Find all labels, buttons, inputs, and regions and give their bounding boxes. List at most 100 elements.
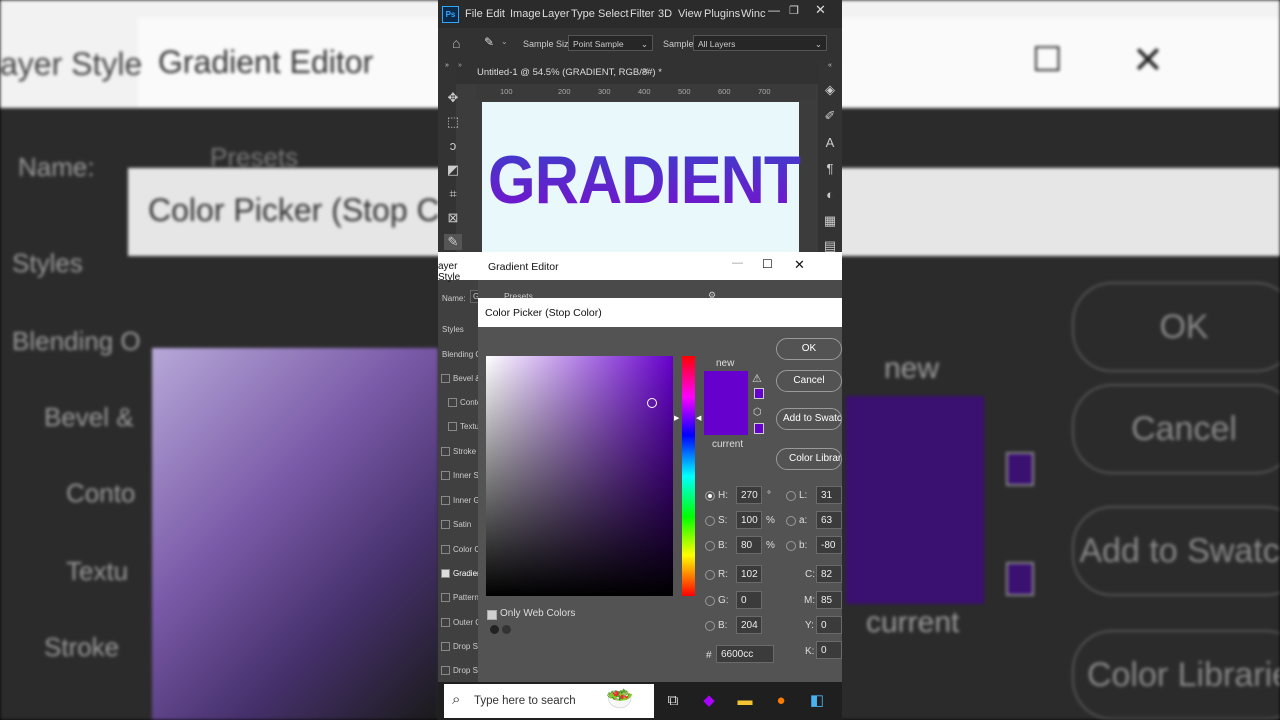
minimize-icon[interactable]: — xyxy=(732,257,743,269)
hue-slider-right-arrow[interactable]: ◀ xyxy=(696,414,701,422)
expand-icon[interactable]: » xyxy=(438,62,456,69)
k-input[interactable]: 0 xyxy=(816,641,842,659)
m-input[interactable]: 85 xyxy=(816,591,842,609)
sample-select[interactable]: All Layers ⌄ xyxy=(693,35,827,51)
style-item-outer-glow[interactable]: Outer G xyxy=(441,618,481,628)
cancel-button[interactable]: Cancel xyxy=(776,370,842,392)
style-item-blending[interactable]: Blending O xyxy=(442,350,482,359)
checkbox-checked[interactable] xyxy=(441,569,450,579)
style-item-drop-shadow[interactable]: Drop Sh xyxy=(441,642,482,652)
close-icon[interactable]: ✕ xyxy=(794,257,805,273)
chevron-down-icon[interactable]: ⌄ xyxy=(501,37,508,46)
file-explorer-icon[interactable]: ▬ xyxy=(734,690,756,712)
style-item-satin[interactable]: Satin xyxy=(441,520,471,530)
app-icon[interactable]: ◧ xyxy=(806,690,828,712)
a-radio[interactable] xyxy=(786,516,796,526)
r-radio[interactable] xyxy=(705,570,715,580)
close-icon[interactable]: ✕ xyxy=(815,2,826,18)
checkbox[interactable] xyxy=(441,496,450,506)
hue-slider-left-arrow[interactable]: ▶ xyxy=(674,414,679,422)
checkbox[interactable] xyxy=(448,398,457,408)
menu-plugins[interactable]: Plugins xyxy=(704,8,740,20)
checkbox[interactable] xyxy=(441,520,450,530)
lab-b-input[interactable]: -80 xyxy=(816,536,842,554)
menu-select[interactable]: Select xyxy=(598,8,629,20)
paragraph-icon[interactable]: ¶ xyxy=(821,161,839,176)
b-radio[interactable] xyxy=(705,541,715,551)
s-radio[interactable] xyxy=(705,516,715,526)
color-cursor[interactable] xyxy=(647,398,657,408)
sample-size-select[interactable]: Point Sample ⌄ xyxy=(568,35,653,51)
blue-input[interactable]: 204 xyxy=(736,616,762,634)
maximize-icon[interactable]: ☐ xyxy=(762,257,773,271)
checkbox[interactable] xyxy=(441,374,450,384)
g-radio[interactable] xyxy=(705,596,715,606)
menu-layer[interactable]: Layer xyxy=(542,8,570,20)
style-item-stroke[interactable]: Stroke xyxy=(441,447,476,457)
c-input[interactable]: 82 xyxy=(816,565,842,583)
style-item-inner-shadow[interactable]: Inner Sh xyxy=(441,471,483,481)
h-radio[interactable] xyxy=(705,491,715,501)
checkbox[interactable] xyxy=(441,447,450,457)
only-web-colors-checkbox[interactable] xyxy=(487,610,497,620)
blue-radio[interactable] xyxy=(705,621,715,631)
a-input[interactable]: 63 xyxy=(816,511,842,529)
menu-filter[interactable]: Filter xyxy=(630,8,654,20)
firefox-icon[interactable]: ● xyxy=(770,690,792,712)
restore-icon[interactable]: ❐ xyxy=(789,4,799,17)
minimize-icon[interactable]: — xyxy=(768,3,780,17)
l-radio[interactable] xyxy=(786,491,796,501)
layers-icon[interactable]: ◈ xyxy=(821,82,839,98)
close-tab-icon[interactable]: ✕ xyxy=(642,66,650,77)
document-tab[interactable]: Untitled-1 @ 54.5% (GRADIENT, RGB/8#) * xyxy=(477,67,662,78)
checkbox[interactable] xyxy=(441,545,450,555)
checkbox[interactable] xyxy=(448,422,457,432)
hex-input[interactable]: 6600cc xyxy=(716,645,774,663)
task-view-icon[interactable]: ⧉ xyxy=(662,690,684,712)
color-field[interactable] xyxy=(486,356,673,596)
eyedropper-tool-icon[interactable]: ✎ xyxy=(444,234,462,250)
menu-type[interactable]: Type xyxy=(571,8,595,20)
y-input[interactable]: 0 xyxy=(816,616,842,634)
web-cube-icon[interactable]: ⬡ xyxy=(753,407,762,418)
object-select-tool-icon[interactable]: ◩ xyxy=(444,162,462,178)
checkbox[interactable] xyxy=(441,642,450,652)
marquee-tool-icon[interactable]: ⬚ xyxy=(444,114,462,130)
gamut-warning-icon[interactable]: ⚠ xyxy=(752,372,762,385)
style-item-styles[interactable]: Styles xyxy=(442,325,464,334)
menu-image[interactable]: Image xyxy=(510,8,541,20)
style-item-pattern-overlay[interactable]: Pattern xyxy=(441,593,479,603)
ok-button[interactable]: OK xyxy=(776,338,842,360)
menu-edit[interactable]: Edit xyxy=(486,8,505,20)
style-item-texture[interactable]: Textu xyxy=(448,422,479,432)
b-input[interactable]: 80 xyxy=(736,536,762,554)
checkbox[interactable] xyxy=(441,593,450,603)
expand-icon[interactable]: » xyxy=(458,62,462,69)
checkbox[interactable] xyxy=(441,666,450,676)
brush-icon[interactable]: ✐ xyxy=(821,108,839,124)
style-item-gradient-overlay[interactable]: Gradien xyxy=(441,569,481,579)
current-color-swatch[interactable] xyxy=(704,403,748,435)
menu-window[interactable]: Winc xyxy=(741,8,765,20)
style-item-drop-shadow-2[interactable]: Drop Sh xyxy=(441,666,482,676)
checkbox[interactable] xyxy=(441,471,450,481)
copilot-icon[interactable]: ◆ xyxy=(698,690,720,712)
checkbox[interactable] xyxy=(441,618,450,628)
document-canvas[interactable]: GRADIENT xyxy=(482,102,801,262)
r-input[interactable]: 102 xyxy=(736,565,762,583)
style-item-inner-glow[interactable]: Inner G xyxy=(441,496,480,506)
web-safe-swatch[interactable] xyxy=(754,423,764,434)
menu-view[interactable]: View xyxy=(678,8,702,20)
color-libraries-button[interactable]: Color Libraries xyxy=(776,448,842,470)
frame-tool-icon[interactable]: ⊠ xyxy=(444,210,462,226)
l-input[interactable]: 31 xyxy=(816,486,842,504)
lab-b-radio[interactable] xyxy=(786,541,796,551)
home-icon[interactable]: ⌂ xyxy=(452,35,460,51)
crop-tool-icon[interactable]: ⌗ xyxy=(444,186,462,202)
add-to-swatches-button[interactable]: Add to Swatches xyxy=(776,408,842,430)
style-item-bevel[interactable]: Bevel & xyxy=(441,374,481,384)
eyedropper-tool-icon[interactable]: ✎ xyxy=(484,35,494,49)
color-palette-icon[interactable]: ◐ xyxy=(821,187,839,202)
grid-icon[interactable]: ▦ xyxy=(821,213,839,229)
style-item-contour[interactable]: Conto xyxy=(448,398,481,408)
